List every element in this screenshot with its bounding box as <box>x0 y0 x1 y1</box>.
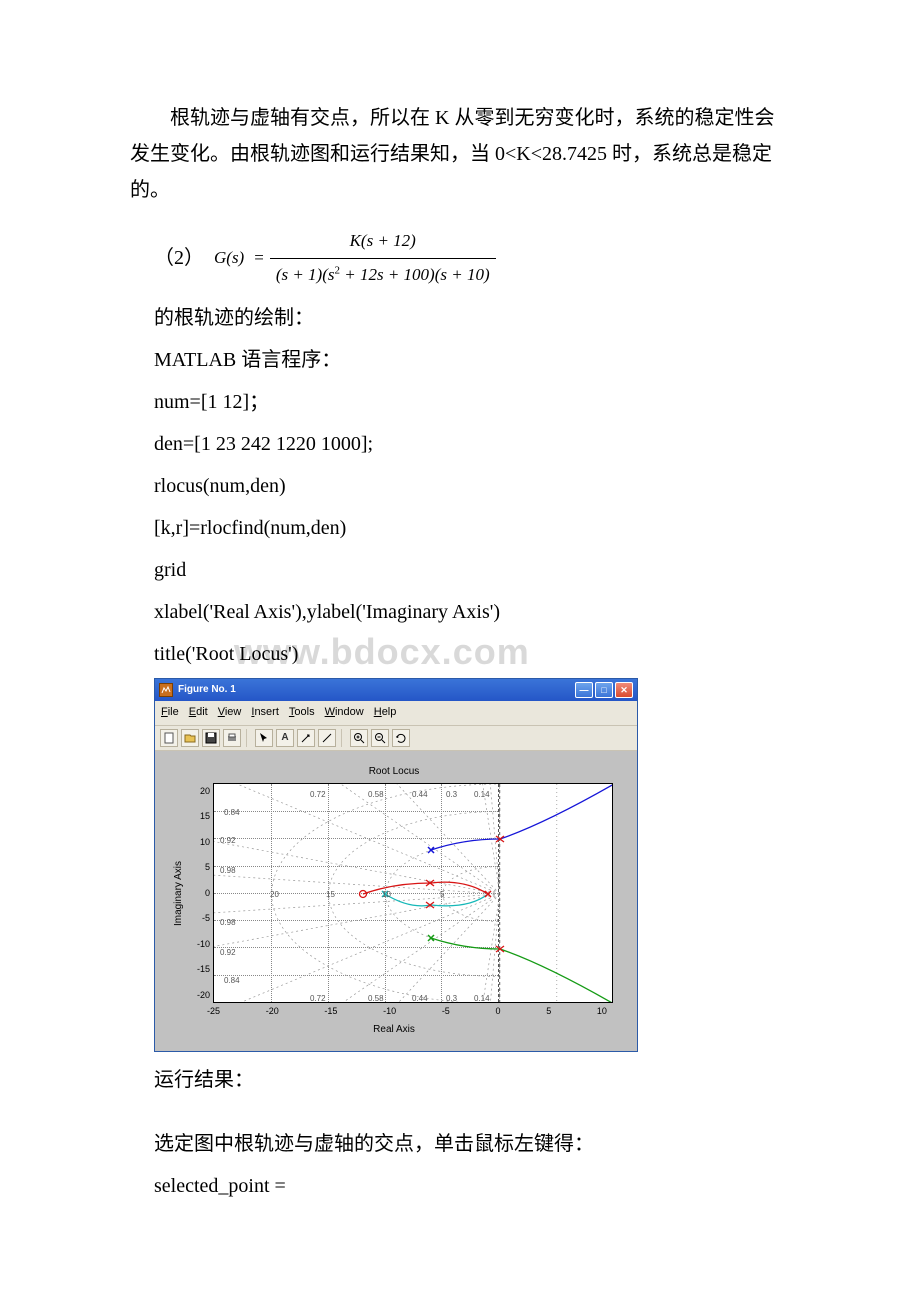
menu-file[interactable]: File <box>161 703 179 723</box>
formula-denominator: (s + 1)(s2 + 12s + 100)(s + 10) <box>270 260 496 291</box>
arrow-button[interactable] <box>297 729 315 747</box>
damp-label: 0.14 <box>474 992 490 1003</box>
wn-label: 20 <box>270 888 279 902</box>
maximize-button[interactable]: □ <box>595 682 613 698</box>
open-button[interactable] <box>181 729 199 747</box>
damp-label: 0.44 <box>412 788 428 802</box>
line-matlab: MATLAB 语言程序： <box>154 342 790 378</box>
y-axis-ticks: 20 15 10 5 0 -5 -10 -15 -20 <box>191 783 213 1003</box>
result-desc: 选定图中根轨迹与虚轴的交点，单击鼠标左键得： <box>154 1126 790 1162</box>
zoom-out-button[interactable] <box>371 729 389 747</box>
plot-area[interactable]: Root Locus Imaginary Axis 20 15 10 5 0 -… <box>155 751 637 1051</box>
formula-label: （2） <box>154 240 204 276</box>
code-line-5: grid <box>154 552 790 588</box>
damp-label: 0.98 <box>220 916 236 930</box>
damp-label: 0.44 <box>412 992 428 1003</box>
damp-label: 0.84 <box>224 974 240 988</box>
menu-edit[interactable]: Edit <box>189 703 208 723</box>
menu-window[interactable]: Window <box>325 703 364 723</box>
pointer-button[interactable] <box>255 729 273 747</box>
code-line-3: rlocus(num,den) <box>154 468 790 504</box>
damp-label: 0.98 <box>220 864 236 878</box>
plot-title: Root Locus <box>167 763 621 781</box>
menu-view[interactable]: View <box>218 703 242 723</box>
formula-row: （2） G(s) = K(s + 12) (s + 1)(s2 + 12s + … <box>154 226 790 290</box>
transfer-function: G(s) = K(s + 12) (s + 1)(s2 + 12s + 100)… <box>214 226 496 290</box>
menu-bar: File Edit View Insert Tools Window Help <box>155 701 637 726</box>
rotate-button[interactable] <box>392 729 410 747</box>
save-button[interactable] <box>202 729 220 747</box>
code-line-2: den=[1 23 242 1220 1000]; <box>154 426 790 462</box>
damp-label: 0.72 <box>310 992 326 1003</box>
window-titlebar[interactable]: Figure No. 1 — □ ✕ <box>155 679 637 701</box>
damp-label: 0.3 <box>446 992 457 1003</box>
new-figure-button[interactable] <box>160 729 178 747</box>
damp-label: 0.3 <box>446 788 457 802</box>
minimize-button[interactable]: — <box>575 682 593 698</box>
x-axis-ticks: -25 -20 -15 -10 -5 0 5 10 <box>207 1003 607 1019</box>
axes-box[interactable]: 0.72 0.58 0.44 0.3 0.14 0.84 0.92 0.98 0… <box>213 783 613 1003</box>
menu-help[interactable]: Help <box>374 703 397 723</box>
matlab-figure-window: Figure No. 1 — □ ✕ File Edit View Insert… <box>154 678 638 1052</box>
wn-label: 5 <box>440 888 444 902</box>
damp-label: 0.58 <box>368 992 384 1003</box>
equals-sign: = <box>254 243 264 274</box>
y-axis-label: Imaginary Axis <box>167 783 191 1003</box>
intro-paragraph: 根轨迹与虚轴有交点，所以在 K 从零到无穷变化时，系统的稳定性会发生变化。由根轨… <box>130 100 790 208</box>
zoom-in-button[interactable] <box>350 729 368 747</box>
damp-label: 0.92 <box>220 946 236 960</box>
code-line-4: [k,r]=rlocfind(num,den) <box>154 510 790 546</box>
x-axis-label: Real Axis <box>167 1021 621 1039</box>
wn-label: 10 <box>382 888 391 902</box>
formula-lhs: G(s) <box>214 243 244 274</box>
line-button[interactable] <box>318 729 336 747</box>
code-line-1: num=[1 12]； <box>154 384 790 420</box>
damp-label: 0.58 <box>368 788 384 802</box>
damp-label: 0.14 <box>474 788 490 802</box>
code-line-6: xlabel('Real Axis'),ylabel('Imaginary Ax… <box>154 594 790 630</box>
matlab-figure-icon <box>159 683 173 697</box>
text-button[interactable]: A <box>276 729 294 747</box>
menu-insert[interactable]: Insert <box>251 703 279 723</box>
line-desc: 的根轨迹的绘制： <box>154 300 790 336</box>
print-button[interactable] <box>223 729 241 747</box>
code-line-7: title('Root Locus') <box>154 636 790 672</box>
toolbar: A <box>155 726 637 751</box>
wn-label: 15 <box>326 888 335 902</box>
formula-numerator: K(s + 12) <box>344 226 422 257</box>
damp-label: 0.84 <box>224 806 240 820</box>
menu-tools[interactable]: Tools <box>289 703 315 723</box>
close-button[interactable]: ✕ <box>615 682 633 698</box>
selected-point-label: selected_point = <box>154 1168 790 1204</box>
damp-label: 0.72 <box>310 788 326 802</box>
window-title: Figure No. 1 <box>178 681 236 699</box>
damp-label: 0.92 <box>220 834 236 848</box>
result-heading: 运行结果： <box>154 1062 790 1098</box>
